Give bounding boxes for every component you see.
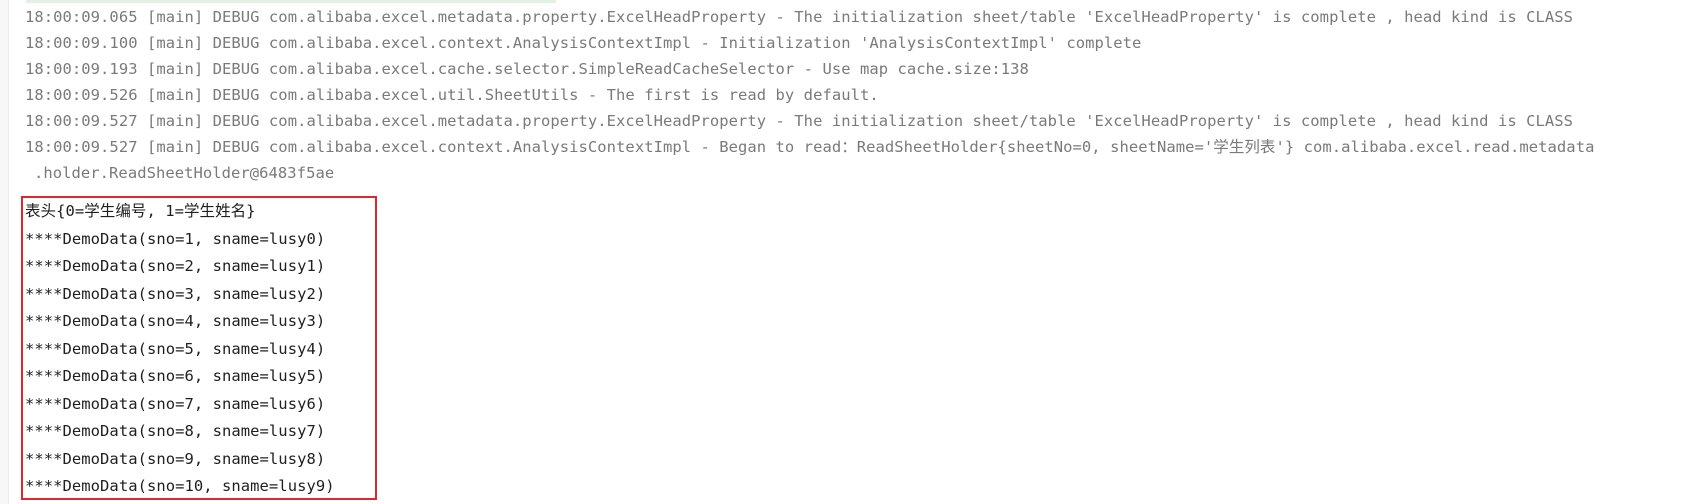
log-line: 18:00:09.527 [main] DEBUG com.alibaba.ex…: [25, 112, 1573, 130]
log-line: 18:00:09.526 [main] DEBUG com.alibaba.ex…: [25, 86, 879, 104]
console-output-panel[interactable]: 18:00:09.065 [main] DEBUG com.alibaba.ex…: [0, 0, 1708, 504]
log-line: 18:00:09.527 [main] DEBUG com.alibaba.ex…: [25, 138, 1595, 156]
log-line: 18:00:09.193 [main] DEBUG com.alibaba.ex…: [25, 60, 1029, 78]
console-gutter: [0, 0, 9, 504]
highlight-annotation-box: [21, 196, 377, 500]
log-line: 18:00:09.100 [main] DEBUG com.alibaba.ex…: [25, 34, 1142, 52]
log-line-wrapped: .holder.ReadSheetHolder@6483f5ae: [34, 164, 335, 182]
log-line: 18:00:09.065 [main] DEBUG com.alibaba.ex…: [25, 8, 1573, 26]
